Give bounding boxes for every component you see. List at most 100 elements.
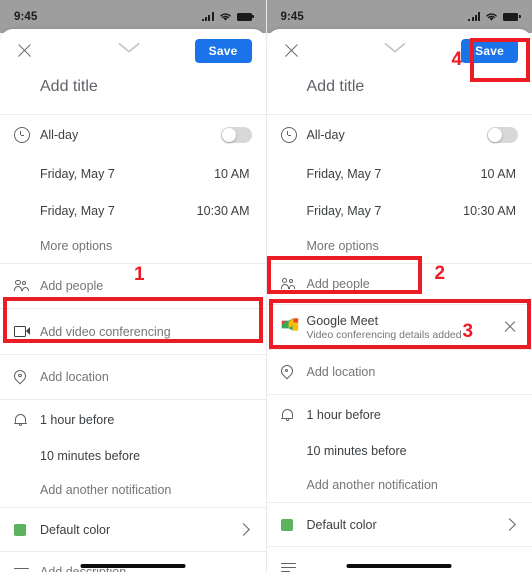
all-day-label: All-day [306, 128, 345, 142]
people-icon [280, 277, 307, 291]
google-meet-icon-svg [281, 318, 298, 331]
add-location-label: Add location [306, 365, 376, 379]
wifi-icon [486, 12, 497, 21]
save-button[interactable]: Save [194, 38, 252, 63]
video-camera-icon [14, 326, 40, 337]
all-day-row[interactable]: All-day [0, 115, 266, 155]
location-pin-icon [11, 367, 40, 385]
add-description-row[interactable]: Add description [0, 552, 266, 572]
battery-icon [236, 12, 254, 21]
save-button[interactable]: Save [461, 38, 518, 63]
add-people-row[interactable]: Add people [0, 264, 266, 308]
add-notification-label: Add another notification [306, 478, 438, 492]
chevron-right-icon [236, 523, 250, 536]
color-swatch-icon [14, 523, 40, 536]
add-people-label: Add people [40, 279, 104, 293]
close-icon[interactable] [14, 40, 36, 62]
more-options-row[interactable]: More options [267, 229, 532, 263]
home-indicator [346, 563, 452, 568]
add-notification-row[interactable]: Add another notification [267, 468, 532, 502]
all-day-label: All-day [40, 128, 79, 142]
bell-icon [280, 408, 307, 422]
annotation-step-1: 1 [134, 264, 145, 285]
notification-1-row[interactable]: 1 hour before [0, 400, 266, 439]
end-date-row[interactable]: Friday, May 7 10:30 AM [267, 192, 532, 229]
home-indicator [80, 563, 186, 568]
annotation-step-4: 4 [451, 49, 463, 70]
title-field[interactable]: Add title [0, 72, 266, 114]
sheet-topbar: Save [0, 29, 266, 72]
google-meet-row[interactable]: Google Meet Video conferencing details a… [267, 305, 532, 349]
start-date-row[interactable]: Friday, May 7 10 AM [267, 155, 532, 192]
right-phone-panel: 9:45 Save Add title All-day Friday, May … [265, 0, 532, 572]
description-lines-icon [280, 562, 307, 572]
people-icon [14, 279, 40, 293]
status-time: 9:45 [14, 10, 38, 23]
event-sheet: Save Add title All-day Friday, May 7 10 … [266, 29, 532, 572]
event-sheet: Save Add title All-day Friday, May 7 10 … [0, 29, 266, 572]
status-time: 9:45 [280, 10, 304, 23]
notification-2-row[interactable]: 10 minutes before [0, 439, 266, 473]
chevron-right-icon [503, 518, 516, 531]
start-time-value: 10 AM [214, 166, 250, 181]
add-description-row[interactable] [267, 547, 532, 572]
notification-1-row[interactable]: 1 hour before [267, 395, 532, 434]
annotation-step-2: 2 [434, 263, 446, 284]
all-day-toggle[interactable] [487, 127, 518, 143]
sheet-topbar: Save [267, 29, 532, 72]
add-notification-label: Add another notification [40, 483, 172, 497]
add-location-row[interactable]: Add location [0, 355, 266, 399]
start-date-label: Friday, May 7 [306, 166, 382, 181]
title-field[interactable]: Add title [267, 72, 532, 114]
start-date-label: Friday, May 7 [40, 166, 115, 181]
more-options-row[interactable]: More options [0, 229, 266, 263]
notification-1-label: 1 hour before [306, 407, 381, 422]
color-swatch-icon [280, 518, 307, 531]
add-people-row[interactable]: Add people [267, 264, 532, 304]
all-day-row[interactable]: All-day [267, 115, 532, 155]
start-date-row[interactable]: Friday, May 7 10 AM [0, 155, 266, 192]
annotation-step-3: 3 [462, 321, 474, 342]
default-color-row[interactable]: Default color [0, 508, 266, 551]
default-color-label: Default color [40, 522, 111, 537]
title-placeholder: Add title [40, 78, 98, 95]
default-color-row[interactable]: Default color [267, 503, 532, 546]
wifi-icon [219, 12, 231, 21]
bell-icon [14, 413, 40, 427]
end-time-value: 10:30 AM [196, 203, 250, 218]
signal-icon [201, 12, 214, 21]
more-options-label: More options [40, 239, 113, 253]
left-phone-panel: 9:45 Save Add title All-day Friday, May … [0, 0, 266, 572]
add-video-conferencing-label: Add video conferencing [40, 324, 171, 339]
location-pin-icon [278, 362, 307, 380]
screenshot-stage: 9:45 Save Add title All-day Friday, May … [0, 0, 532, 572]
status-indicators [201, 12, 254, 22]
default-color-label: Default color [306, 517, 377, 532]
end-date-label: Friday, May 7 [306, 203, 382, 218]
add-location-label: Add location [40, 370, 109, 384]
notification-2-row[interactable]: 10 minutes before [267, 434, 532, 468]
battery-icon [503, 12, 521, 21]
clock-icon [280, 127, 307, 143]
status-indicators [468, 12, 521, 22]
notification-1-label: 1 hour before [40, 412, 115, 427]
remove-google-meet-icon[interactable] [502, 319, 518, 335]
all-day-toggle[interactable] [220, 127, 252, 143]
title-placeholder: Add title [306, 78, 365, 95]
clock-icon [14, 127, 40, 143]
signal-icon [468, 12, 480, 21]
start-time-value: 10 AM [480, 166, 516, 181]
add-people-label: Add people [306, 277, 370, 291]
notification-2-label: 10 minutes before [40, 449, 141, 463]
add-video-conferencing-row[interactable]: Add video conferencing [0, 309, 266, 354]
notification-2-label: 10 minutes before [306, 444, 407, 458]
add-location-row[interactable]: Add location [267, 350, 532, 394]
more-options-label: More options [306, 239, 379, 253]
description-lines-icon [14, 567, 40, 572]
add-notification-row[interactable]: Add another notification [0, 473, 266, 507]
google-meet-icon [281, 317, 307, 337]
end-time-value: 10:30 AM [463, 203, 516, 218]
close-icon[interactable] [281, 40, 303, 62]
end-date-label: Friday, May 7 [40, 203, 115, 218]
end-date-row[interactable]: Friday, May 7 10:30 AM [0, 192, 266, 229]
